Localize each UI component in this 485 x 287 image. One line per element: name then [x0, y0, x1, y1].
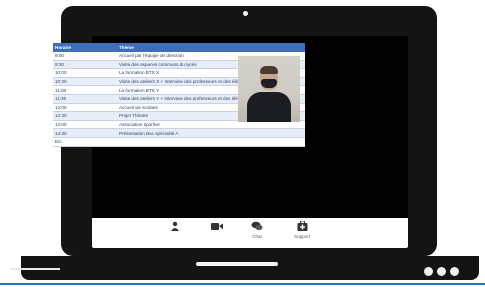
- hinge-dots: [424, 267, 459, 276]
- schedule-theme: Présentation Bac spécialité A: [117, 128, 305, 138]
- trackpad-notch: [196, 262, 278, 266]
- person-icon: [169, 221, 181, 231]
- participant-video[interactable]: [238, 56, 300, 122]
- schedule-time: 9:30: [53, 60, 117, 70]
- schedule-time: 14:30: [53, 128, 117, 138]
- participant-hair: [260, 66, 278, 74]
- chat-label: Chat: [252, 234, 262, 239]
- floor-line: [0, 283, 485, 285]
- schedule-time: 10:00: [53, 68, 117, 78]
- column-header-theme: Thème: [117, 43, 305, 52]
- dot: [450, 267, 459, 276]
- schedule-time: Etc.: [53, 137, 117, 147]
- participant-body: [247, 92, 291, 122]
- video-camera-icon: [211, 221, 223, 231]
- schedule-time: 11:30: [53, 94, 117, 104]
- dot: [437, 267, 446, 276]
- support-label: Support: [294, 234, 310, 239]
- column-header-time: Horaire: [53, 43, 117, 52]
- chat-bubbles-icon: [251, 221, 263, 231]
- dot: [424, 267, 433, 276]
- schedule-time: 12:30: [53, 111, 117, 121]
- schedule-time: 12:00: [53, 103, 117, 113]
- table-row: Etc.: [53, 137, 305, 147]
- participants-button[interactable]: [160, 221, 190, 239]
- meeting-toolbar: Chat Support: [92, 218, 408, 248]
- schedule-theme: [117, 137, 305, 147]
- video-button[interactable]: [202, 221, 232, 239]
- schedule-time: 10:30: [53, 77, 117, 87]
- face-mask: [261, 79, 277, 88]
- schedule-time: 14:00: [53, 120, 117, 130]
- support-button[interactable]: Support: [287, 221, 317, 239]
- webcam-dot: [243, 11, 248, 16]
- support-kit-icon: [296, 221, 308, 231]
- laptop-base: [21, 256, 479, 280]
- schedule-time: 9:00: [53, 52, 117, 61]
- schedule-time: 11:00: [53, 85, 117, 95]
- table-row: 14:30 Présentation Bac spécialité A: [53, 128, 305, 138]
- base-accent-line: [10, 268, 60, 270]
- chat-button[interactable]: Chat: [242, 221, 272, 239]
